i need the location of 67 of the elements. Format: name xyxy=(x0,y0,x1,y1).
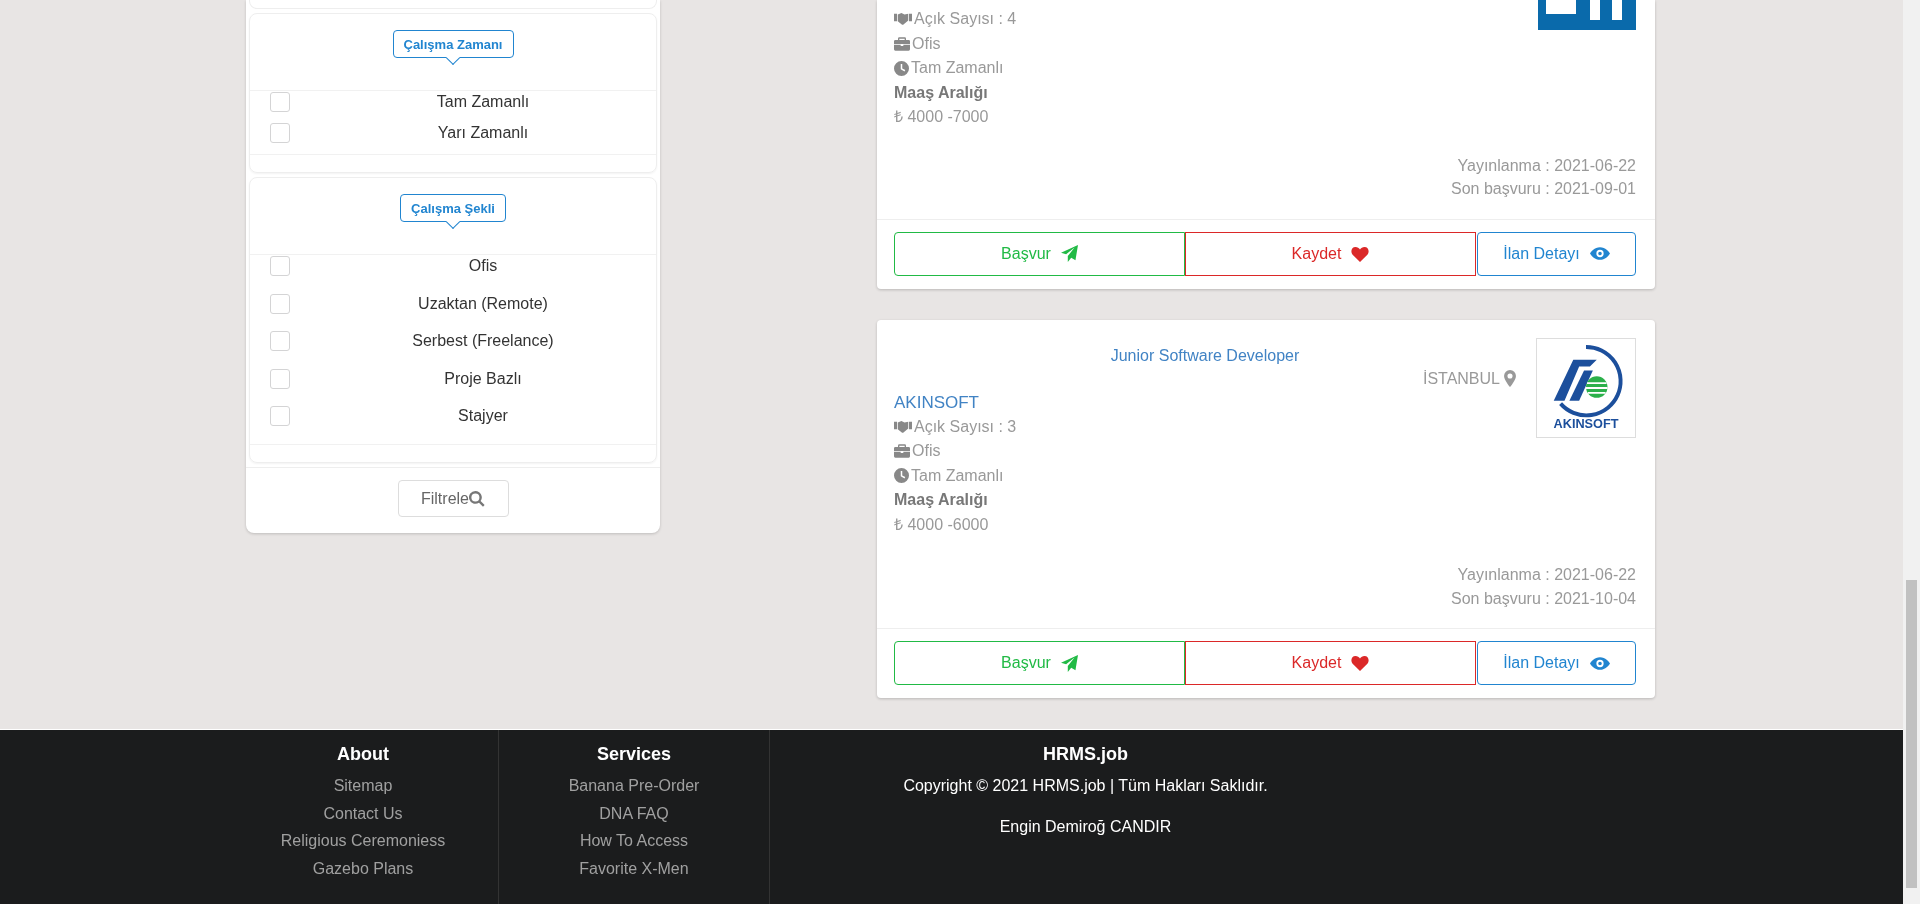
company-name[interactable]: AKINSOFT xyxy=(894,390,1516,415)
handshake-text: Açık Sayısı : 3 xyxy=(914,416,1017,437)
footer-link[interactable]: Favorite X-Men xyxy=(579,857,689,880)
checkbox-label: Tam Zamanlı xyxy=(435,93,531,111)
salary-range: ₺ 4000 -6000 xyxy=(894,514,990,535)
filter-button[interactable]: Filtrele xyxy=(397,480,509,517)
checkbox[interactable] xyxy=(270,368,290,389)
copyright-text: Copyright © 2021 HRMS.job | Tüm Hakları Saklıdır. xyxy=(903,776,1268,796)
author-text: Engin Demiroğ CANDIR xyxy=(999,817,1172,837)
footer-heading: Services xyxy=(596,743,672,765)
checkbox[interactable] xyxy=(270,293,290,314)
save-button[interactable]: Kaydet xyxy=(1185,231,1476,276)
heart-icon xyxy=(1351,655,1370,671)
scrollbar-thumb[interactable] xyxy=(1906,580,1917,888)
checkbox-label: Yarı Zamanlı xyxy=(436,124,530,142)
checkbox-label: Serbest (Freelance) xyxy=(411,332,555,350)
briefcase-icon xyxy=(894,36,910,51)
checkbox-label: Ofis xyxy=(467,257,499,275)
clock-icon xyxy=(894,60,909,76)
map-pin-icon xyxy=(1504,370,1516,387)
section-title: Çalışma Zamanı xyxy=(392,30,514,90)
eye-icon xyxy=(1589,656,1610,670)
checkbox-label: Stajyer xyxy=(457,407,509,425)
clock-text: Tam Zamanlı xyxy=(911,58,1004,78)
footer-link[interactable]: Banana Pre-Order xyxy=(568,775,700,798)
checkbox[interactable] xyxy=(270,123,290,143)
paper-plane-icon xyxy=(1060,245,1078,262)
checkbox[interactable] xyxy=(270,406,290,426)
salary-label: Maaş Aralığı xyxy=(894,82,989,103)
footer-heading: About xyxy=(337,743,389,765)
paper-plane-icon xyxy=(1060,654,1078,672)
search-icon xyxy=(469,490,485,507)
briefcase-text: Ofis xyxy=(912,33,941,54)
salary-range: ₺ 4000 -7000 xyxy=(894,107,990,127)
briefcase-icon xyxy=(894,444,910,459)
footer-link[interactable]: Gazebo Plans xyxy=(312,857,414,880)
checkbox[interactable] xyxy=(270,331,290,351)
handshake-icon xyxy=(894,419,912,434)
clock-text: Tam Zamanlı xyxy=(911,465,1004,486)
clock-icon xyxy=(894,468,909,484)
handshake-text: Açık Sayısı : 4 xyxy=(914,9,1017,29)
handshake-icon xyxy=(894,12,912,27)
location-text: İSTANBUL xyxy=(1422,368,1500,389)
save-button[interactable]: Kaydet xyxy=(1185,641,1476,685)
footer-link[interactable]: DNA FAQ xyxy=(599,802,669,825)
detail-button[interactable]: İlan Detayı xyxy=(1477,641,1636,685)
checkbox-label: Proje Bazlı xyxy=(443,369,523,388)
salary-label: Maaş Aralığı xyxy=(894,490,989,510)
section-title: Çalışma Şekli xyxy=(400,194,506,254)
publish-date: Yayınlanma : 2021-06-22 xyxy=(1457,565,1636,585)
footer-brand: HRMS.job xyxy=(1043,743,1128,765)
publish-date: Yayınlanma : 2021-06-22 xyxy=(1457,155,1636,176)
eye-icon xyxy=(1589,247,1610,260)
footer-link[interactable]: How To Access xyxy=(579,830,689,853)
deadline-date: Son başvuru : 2021-09-01 xyxy=(1451,179,1636,199)
deadline-date: Son başvuru : 2021-10-04 xyxy=(1451,588,1636,609)
footer-link[interactable]: Contact Us xyxy=(323,802,403,825)
footer-link[interactable]: Religious Ceremoniess xyxy=(280,830,446,853)
checkbox[interactable] xyxy=(270,92,290,112)
detail-button[interactable]: İlan Detayı xyxy=(1477,231,1636,276)
footer-link[interactable]: Sitemap xyxy=(333,775,393,798)
briefcase-text: Ofis xyxy=(912,441,941,461)
checkbox[interactable] xyxy=(270,256,290,276)
company-logo: AKINSOFT xyxy=(1542,343,1630,432)
checkbox-label: Uzaktan (Remote) xyxy=(417,294,549,313)
job-title[interactable]: Junior Software Developer xyxy=(894,344,1516,367)
heart-icon xyxy=(1351,245,1370,262)
